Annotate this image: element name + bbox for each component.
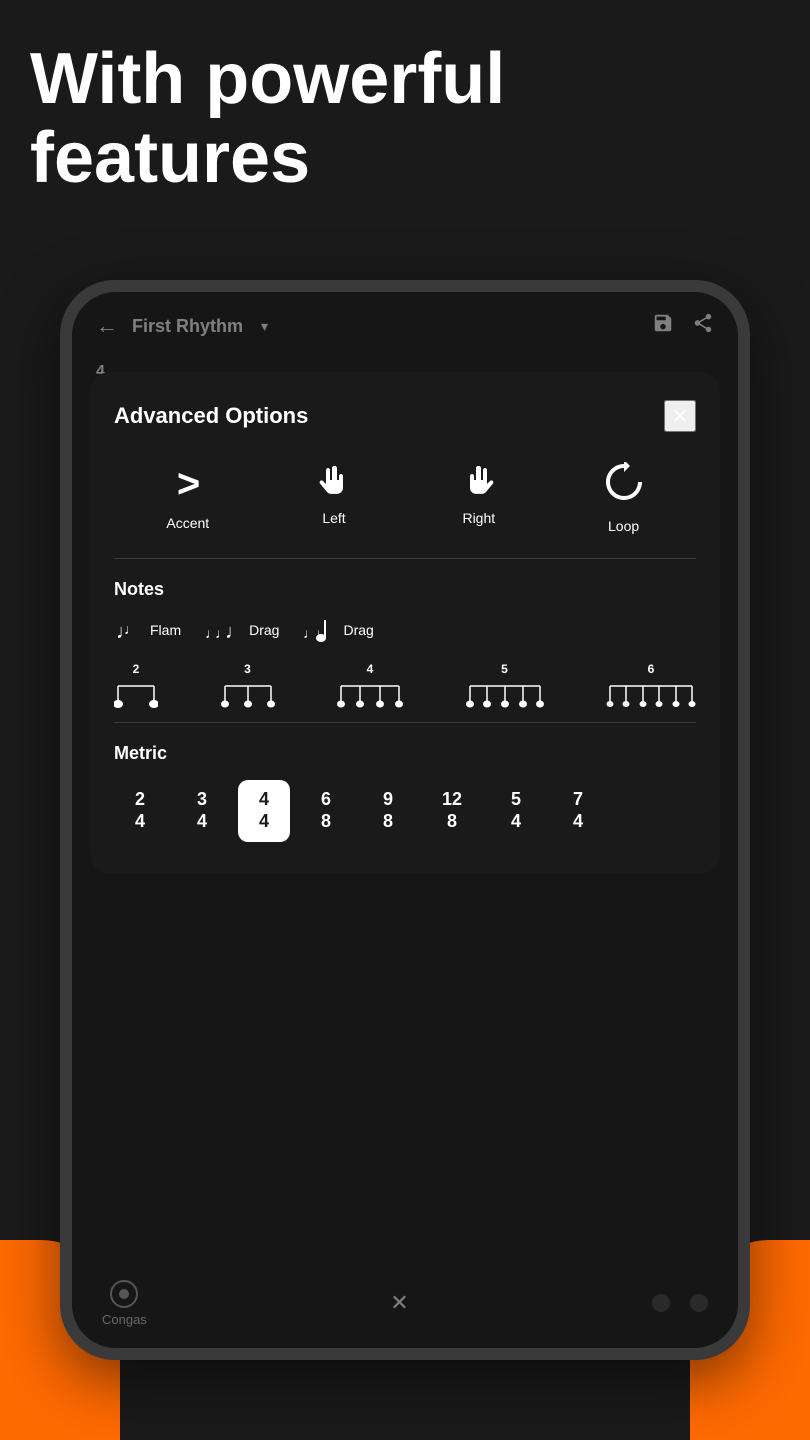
tuplet-3-label: 3	[244, 662, 251, 676]
accent-label: Accent	[166, 515, 209, 531]
accent-option[interactable]: > Accent	[166, 462, 209, 534]
headline-line2: features	[30, 119, 780, 198]
metric-9-8[interactable]: 9 8	[362, 780, 414, 842]
metric-6-8-top: 6	[321, 789, 331, 811]
tuplet-4-icon	[337, 678, 403, 708]
right-option[interactable]: Right	[459, 462, 499, 534]
tuplets-row: 2 3	[114, 662, 696, 708]
metric-3-4-bot: 4	[197, 811, 207, 833]
metric-2-4-bot: 4	[135, 811, 145, 833]
metric-12-8-top: 12	[442, 789, 462, 811]
tuplet-5-icon	[466, 678, 544, 708]
accent-icon: >	[176, 462, 199, 507]
metric-7-4-bot: 4	[573, 811, 583, 833]
right-hand-icon	[459, 462, 499, 502]
drag-note-2[interactable]: ♩ ♩ Drag	[303, 616, 373, 644]
metric-12-8-bot: 8	[447, 811, 457, 833]
metric-7-4-top: 7	[573, 789, 583, 811]
tuplet-5-label: 5	[501, 662, 508, 676]
flam-label: Flam	[150, 622, 181, 638]
metric-4-4-top: 4	[259, 789, 269, 811]
metric-7-4[interactable]: 7 4	[552, 780, 604, 842]
metric-4-4-bot: 4	[259, 811, 269, 833]
right-label: Right	[462, 510, 495, 526]
advanced-options-modal: Advanced Options ✕ > Accent Le	[90, 372, 720, 874]
svg-text:♩: ♩	[124, 621, 138, 637]
divider-1	[114, 558, 696, 559]
metric-section: Metric 2 4 3 4	[114, 743, 696, 842]
metric-6-8[interactable]: 6 8	[300, 780, 352, 842]
metric-5-4-top: 5	[511, 789, 521, 811]
tuplet-4[interactable]: 4	[337, 662, 403, 708]
metric-title: Metric	[114, 743, 696, 764]
tuplet-3-icon	[221, 678, 275, 708]
tuplet-2[interactable]: 2	[114, 662, 158, 708]
divider-2	[114, 722, 696, 723]
phone-frame: ← First Rhythm ▾ 4 4 Bar 1	[60, 280, 750, 1360]
phone-screen: ← First Rhythm ▾ 4 4 Bar 1	[72, 292, 738, 1348]
tuplet-5[interactable]: 5	[466, 662, 544, 708]
metric-4-4[interactable]: 4 4	[238, 780, 290, 842]
tuplet-4-label: 4	[367, 662, 374, 676]
metric-3-4-top: 3	[197, 789, 207, 811]
modal-overlay: Advanced Options ✕ > Accent Le	[72, 292, 738, 1348]
metric-12-8[interactable]: 12 8	[424, 780, 480, 842]
drag2-icon: ♩ ♩	[303, 616, 335, 644]
tuplet-6-label: 6	[648, 662, 655, 676]
metric-5-4-bot: 4	[511, 811, 521, 833]
tuplet-6-icon	[606, 678, 696, 708]
svg-text:♩: ♩	[225, 621, 241, 643]
options-row: > Accent Left Ri	[114, 462, 696, 534]
notes-row: ♩ ♩ Flam ♩ ♩ ♩ Drag	[114, 616, 696, 644]
tuplet-6[interactable]: 6	[606, 662, 696, 708]
metric-2-4-top: 2	[135, 789, 145, 811]
left-hand-icon	[314, 462, 354, 502]
flam-icon: ♩ ♩	[114, 616, 142, 644]
headline-line1: With powerful	[30, 40, 780, 119]
drag2-label: Drag	[343, 622, 373, 638]
notes-title: Notes	[114, 579, 696, 600]
metric-3-4[interactable]: 3 4	[176, 780, 228, 842]
modal-header: Advanced Options ✕	[114, 400, 696, 432]
drag-note-1[interactable]: ♩ ♩ ♩ Drag	[205, 616, 279, 644]
loop-icon	[604, 462, 644, 510]
loop-label: Loop	[608, 518, 639, 534]
metric-row: 2 4 3 4 4 4	[114, 780, 696, 842]
drag1-label: Drag	[249, 622, 279, 638]
left-option[interactable]: Left	[314, 462, 354, 534]
modal-title: Advanced Options	[114, 403, 308, 429]
drag1-icon: ♩ ♩ ♩	[205, 616, 241, 644]
left-label: Left	[322, 510, 345, 526]
tuplet-2-label: 2	[133, 662, 140, 676]
loop-option[interactable]: Loop	[604, 462, 644, 534]
headline: With powerful features	[30, 40, 780, 198]
metric-2-4[interactable]: 2 4	[114, 780, 166, 842]
tuplet-2-icon	[114, 678, 158, 708]
tuplet-3[interactable]: 3	[221, 662, 275, 708]
metric-9-8-top: 9	[383, 789, 393, 811]
modal-close-button[interactable]: ✕	[664, 400, 696, 432]
metric-5-4[interactable]: 5 4	[490, 780, 542, 842]
flam-note[interactable]: ♩ ♩ Flam	[114, 616, 181, 644]
metric-6-8-bot: 8	[321, 811, 331, 833]
metric-9-8-bot: 8	[383, 811, 393, 833]
